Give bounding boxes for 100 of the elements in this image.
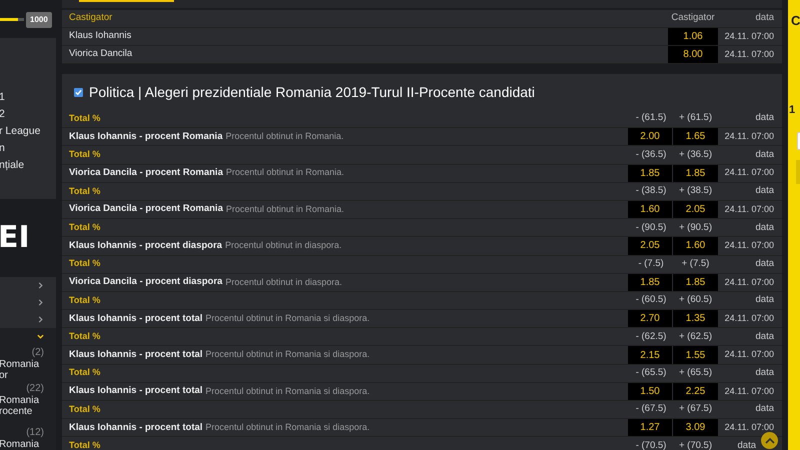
line-header: - (90.5)	[634, 220, 668, 235]
odds-button[interactable]: 2.05	[628, 237, 672, 254]
selection-note: Procentul obtinut in Romania.	[226, 202, 344, 216]
event-date: 24.11. 07:00	[724, 48, 775, 61]
line-header: - (62.5)	[634, 330, 668, 344]
odds-button[interactable]: 1.65	[673, 128, 718, 146]
group-label: Total %	[68, 148, 102, 162]
line-header: + (65.5)	[678, 366, 713, 380]
event-date: 24.11. 07:00	[724, 384, 775, 398]
sidebar-item[interactable]: 1	[0, 90, 56, 107]
odds-button[interactable]: 2.00	[628, 128, 672, 146]
line-header: + (62.5)	[678, 330, 713, 344]
odds-button[interactable]: 2.25	[673, 382, 718, 400]
selection-name: Klaus Iohannis - procent total	[69, 348, 203, 362]
selection-note: Procentul obtinut in diaspora.	[225, 239, 342, 252]
selection-note: Procentul obtinut in Romania.	[226, 166, 344, 180]
column-header: data	[754, 220, 775, 235]
entry-count: (2)	[30, 347, 44, 360]
column-header: data	[754, 366, 775, 380]
line-header: - (67.5)	[634, 402, 668, 416]
entry-label[interactable]: Romania	[0, 395, 44, 406]
line-header: - (61.5)	[634, 111, 668, 126]
event-date: 24.11. 07:00	[724, 421, 775, 434]
column-header: data	[754, 256, 775, 271]
event-date: 24.11. 07:00	[724, 202, 775, 216]
column-header: data	[754, 293, 775, 308]
odds-button[interactable]: 1.50	[628, 382, 672, 400]
selection-note: Procentul obtinut in Romania.	[226, 130, 344, 144]
line-header: + (7.5)	[680, 256, 710, 271]
sidebar-item[interactable]: n	[0, 140, 56, 158]
selection-name: Klaus Iohannis - procent total	[69, 420, 203, 435]
group-label: Total %	[68, 330, 102, 344]
column-header: data	[736, 438, 756, 450]
odds-button[interactable]: 1.60	[628, 200, 672, 218]
line-header: + (60.5)	[678, 293, 713, 308]
event-date: 24.11. 07:00	[724, 276, 775, 289]
odds-button[interactable]: 1.55	[673, 346, 718, 364]
line-header: + (70.5)	[678, 438, 713, 450]
group-label: Total %	[68, 257, 102, 270]
group-label: Total %	[68, 294, 102, 307]
line-header: - (38.5)	[634, 184, 668, 198]
selection-name: Viorica Dancila	[68, 47, 134, 62]
selection-name: Viorica Dancila - procent Romania	[69, 202, 223, 216]
group-label: Total %	[68, 112, 102, 125]
selection-note: Procentul obtinut in Romania si diaspora.	[206, 348, 370, 362]
column-header: data	[754, 148, 775, 162]
odds-button[interactable]: 1.85	[628, 164, 672, 182]
odds-button[interactable]: 1.60	[673, 237, 718, 254]
event-date: 24.11. 07:00	[724, 166, 775, 180]
line-header: - (36.5)	[634, 148, 668, 162]
selection-name: Klaus Iohannis - procent total	[69, 384, 203, 398]
slip-text: 1	[789, 105, 796, 116]
column-header: data	[754, 402, 775, 416]
selection-name: Viorica Dancila - procent Romania	[69, 166, 223, 180]
odds-button[interactable]: 1.06	[668, 28, 718, 45]
selection-name: Klaus Iohannis - procent diaspora	[69, 238, 222, 253]
odds-button[interactable]: 1.85	[673, 164, 718, 182]
odds-button[interactable]: 1.85	[628, 274, 672, 291]
market-title: Politica | Alegeri prezidentiale Romania 2019-Turul II-Procente candidati	[89, 82, 535, 102]
column-header: data	[754, 330, 775, 344]
selection-name: Klaus Iohannis	[68, 29, 132, 44]
line-header: + (67.5)	[678, 402, 713, 416]
event-date: 24.11. 07:00	[724, 348, 775, 362]
line-header: - (65.5)	[634, 366, 668, 380]
line-header: - (70.5)	[634, 438, 668, 450]
line-header: - (60.5)	[634, 293, 668, 308]
banner-text: EI	[0, 223, 30, 254]
event-date: 24.11. 07:00	[724, 130, 775, 144]
sidebar-item[interactable]: nțiale	[0, 158, 56, 175]
odds-button[interactable]: 2.70	[628, 310, 672, 328]
event-date: 24.11. 07:00	[724, 239, 775, 252]
line-header: + (38.5)	[678, 184, 713, 198]
sidebar-item[interactable]: r League	[0, 124, 56, 141]
slider-track[interactable]	[0, 18, 24, 22]
group-label: Total %	[68, 220, 102, 234]
column-header: data	[754, 111, 775, 126]
checkbox[interactable]	[74, 88, 83, 96]
group-label: Total %	[68, 366, 102, 380]
odds-button[interactable]: 2.05	[673, 200, 718, 218]
group-label: Total %	[68, 439, 102, 450]
column-header: Castigator	[670, 11, 716, 26]
odds-button[interactable]: 2.15	[628, 346, 672, 364]
column-header: Castigator	[68, 11, 114, 26]
odds-button[interactable]: 1.35	[673, 310, 718, 328]
selection-note: Procentul obtinut in Romania si diaspora.	[206, 312, 370, 325]
odds-button[interactable]: 3.09	[673, 419, 718, 436]
line-header: + (36.5)	[678, 148, 713, 162]
entry-label[interactable]: Romania	[0, 359, 44, 370]
selection-name: Viorica Dancila - procent diaspora	[69, 275, 222, 290]
entry-label[interactable]: rocente	[0, 406, 44, 418]
odds-button[interactable]: 1.85	[673, 274, 718, 291]
group-label: Total %	[68, 184, 102, 198]
line-header: + (90.5)	[678, 220, 713, 235]
odds-button[interactable]: 8.00	[668, 46, 718, 63]
selection-name: Klaus Iohannis - procent Romania	[69, 130, 223, 144]
entry-label[interactable]: Romania	[0, 439, 44, 450]
odds-button[interactable]: 1.27	[628, 419, 672, 436]
selection-name: Klaus Iohannis - procent total	[69, 312, 203, 326]
category-row[interactable]	[0, 328, 56, 346]
balance-badge: 1000	[26, 12, 52, 28]
